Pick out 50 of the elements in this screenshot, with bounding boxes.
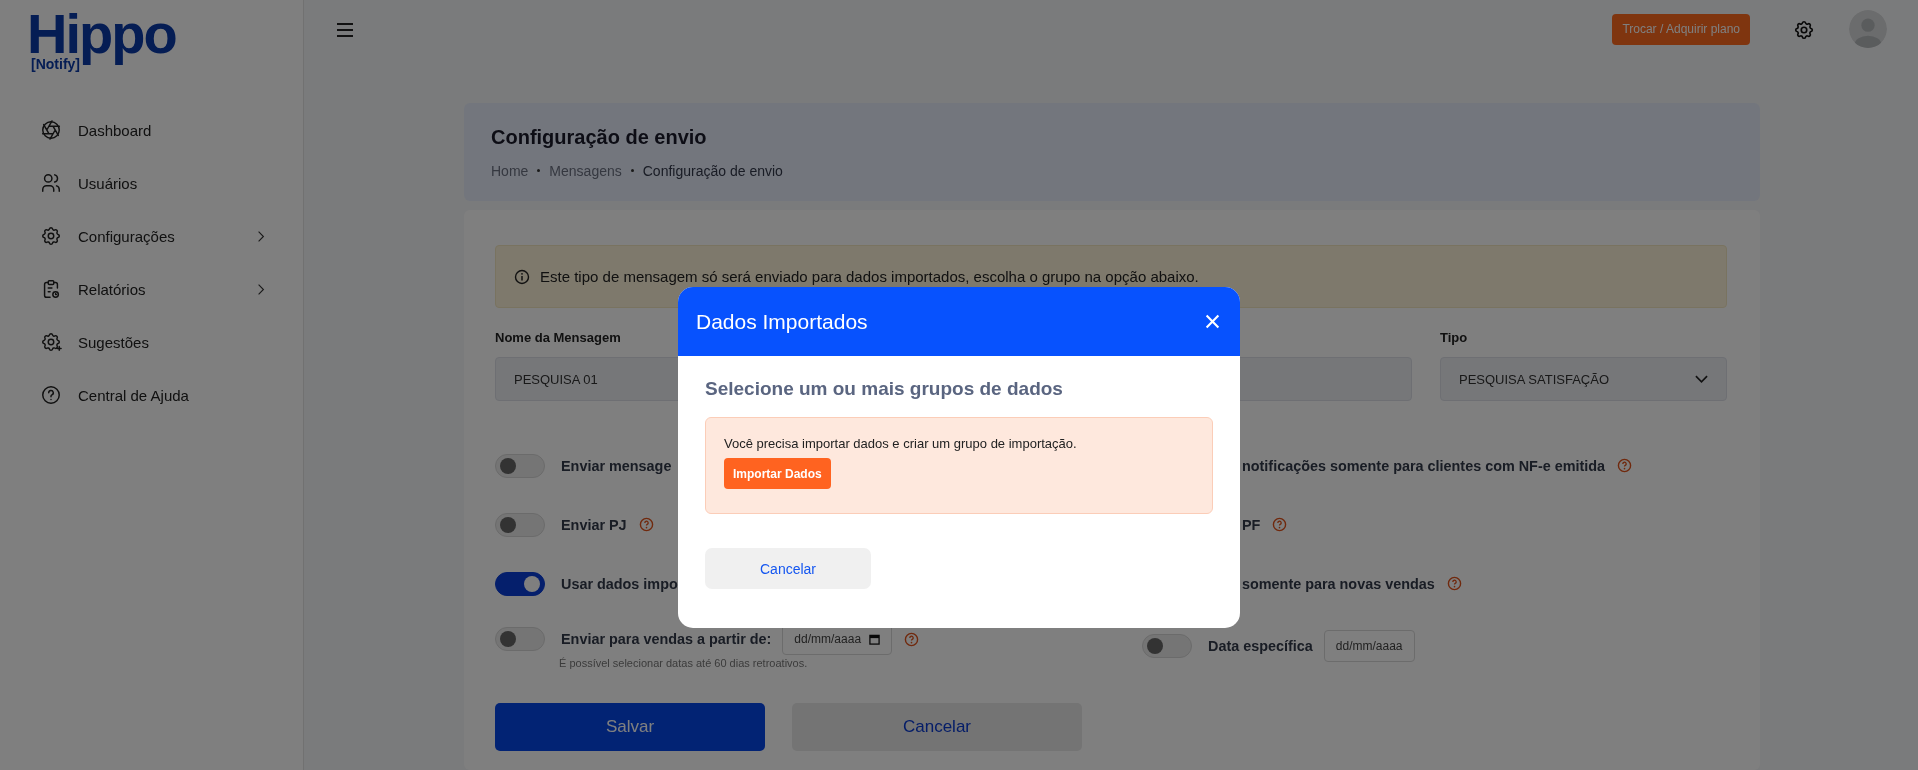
option-label: Data específica (1208, 638, 1313, 654)
breadcrumb-separator (630, 169, 634, 172)
settings-icon[interactable] (1793, 19, 1815, 41)
notice-text: Este tipo de mensagem só será enviado para dados importados, escolha o grupo na opção abaixo. (540, 268, 1199, 285)
cancel-button[interactable]: Cancelar (792, 703, 1082, 751)
warning-text: Você precisa importar dados e criar um grupo de importação. (724, 436, 1077, 451)
calendar-icon[interactable] (869, 633, 881, 645)
aperture-icon (40, 119, 62, 141)
help-icon[interactable] (1617, 458, 1633, 473)
chevron-down-icon (1695, 375, 1708, 383)
option-label: Usar dados impo (561, 575, 678, 592)
option-label: Enviar PJ (561, 516, 627, 533)
sidebar-item[interactable]: Configurações (40, 220, 265, 252)
cancel-button[interactable]: Cancelar (705, 548, 871, 589)
field-label: Tipo (1440, 330, 1469, 346)
settings-icon (40, 225, 62, 247)
toggle-switch[interactable] (495, 571, 545, 596)
logo: Hippo [Notify] (27, 4, 177, 74)
breadcrumb-link[interactable]: Home (491, 162, 529, 179)
field-label: Nome da Mensagem (495, 330, 622, 346)
option-label: PF (1242, 516, 1261, 533)
breadcrumb-separator (537, 169, 541, 172)
date-field[interactable]: dd/mm/aaaa (1323, 630, 1415, 662)
option-label: somente para novas vendas (1242, 575, 1435, 592)
option-label: Enviar mensage (561, 457, 672, 474)
hint-text: É possível selecionar datas até 60 dias retroativos. (559, 657, 809, 669)
plan-button[interactable]: Trocar / Adquirir plano (1612, 13, 1750, 45)
page-title: Configuração de envio (491, 125, 708, 149)
option-label: Enviar para vendas a partir de: (561, 631, 772, 647)
sidebar-item[interactable]: Relatórios (40, 273, 265, 305)
select-field[interactable]: PESQUISA SATISFAÇÃO (1440, 357, 1727, 401)
help-icon[interactable] (904, 631, 920, 647)
users-icon (40, 172, 62, 194)
help-icon (40, 384, 62, 406)
modal-title: Dados Importados (696, 309, 868, 334)
menu-icon[interactable] (336, 22, 354, 37)
help-icon[interactable] (1272, 517, 1288, 532)
info-icon (514, 268, 530, 285)
option-label: notificações somente para clientes com NF-e emitida (1242, 457, 1606, 474)
sidebar-item[interactable]: Sugestões (40, 326, 265, 358)
breadcrumb-link[interactable]: Mensagens (549, 162, 622, 179)
help-icon[interactable] (1446, 576, 1462, 591)
help-icon[interactable] (638, 517, 654, 532)
sidebar-item[interactable]: Central de Ajuda (40, 379, 265, 411)
save-button[interactable]: Salvar (495, 703, 765, 751)
gear-plus-icon (40, 331, 62, 353)
import-button[interactable]: Importar Dados (724, 458, 831, 489)
sidebar-item[interactable]: Usuários (40, 167, 265, 199)
sidebar-item[interactable]: Dashboard (40, 114, 265, 146)
close-icon[interactable] (1205, 314, 1220, 329)
